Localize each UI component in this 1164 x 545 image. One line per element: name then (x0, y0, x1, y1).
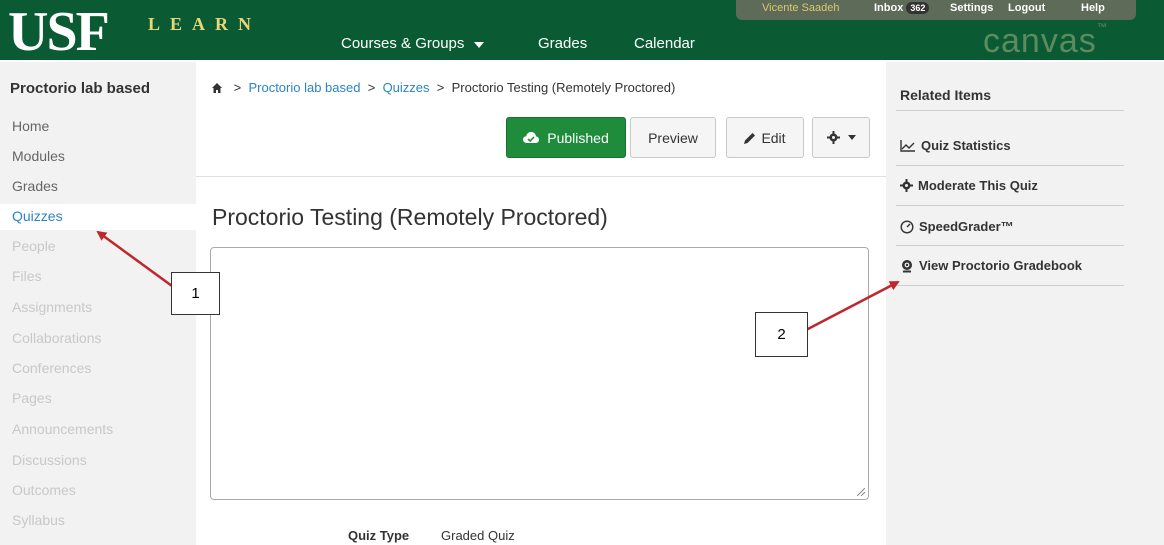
annotation-arrow-2 (805, 280, 900, 332)
annotation-arrow-1 (96, 230, 173, 288)
callout-1: 1 (171, 272, 220, 315)
callout-2: 2 (755, 312, 808, 357)
